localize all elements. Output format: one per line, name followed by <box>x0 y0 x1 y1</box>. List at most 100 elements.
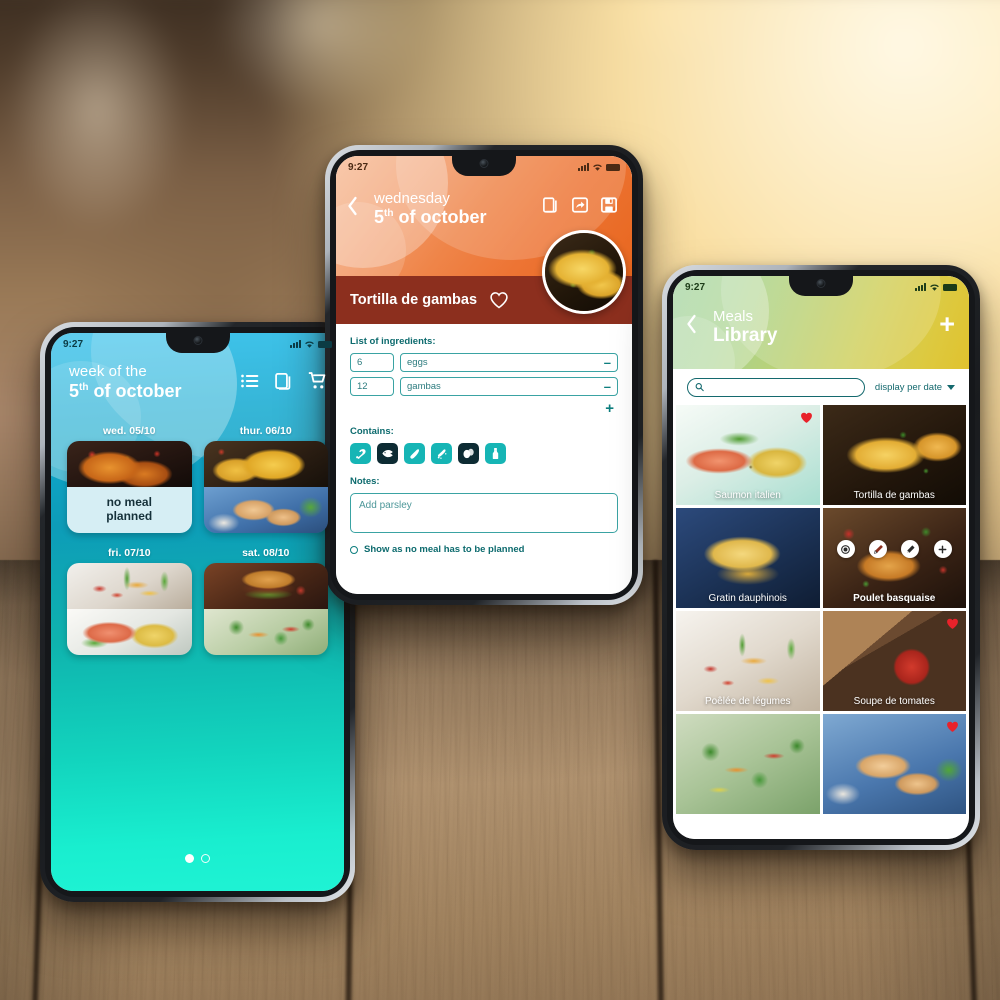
day-card[interactable] <box>203 562 328 655</box>
meal-thumbnail[interactable] <box>542 230 626 314</box>
add-button[interactable] <box>933 540 952 558</box>
page-dot-active[interactable] <box>185 854 194 863</box>
meal-tile-active[interactable]: Poulet basquaise <box>822 508 967 608</box>
meal-tile-actions <box>823 540 967 558</box>
day-label: wed. 05/10 <box>102 424 156 437</box>
ingredient-row: 6 eggs – <box>350 353 618 372</box>
meal-photo-burger[interactable] <box>203 562 328 609</box>
add-ingredient-button[interactable]: + <box>350 401 618 416</box>
allergen-list <box>350 443 618 464</box>
meal-photo-tortilla[interactable] <box>203 440 328 487</box>
day-label: fri. 07/10 <box>107 546 151 559</box>
meals-library-screen: 9:27 Meals Library + display per date Sa… <box>673 276 969 839</box>
allergen-peanut[interactable] <box>404 443 425 464</box>
search-field[interactable] <box>687 377 865 397</box>
favorite-badge[interactable] <box>946 617 959 630</box>
no-meal-placeholder[interactable]: no meal planned <box>67 486 192 533</box>
fish-icon <box>382 450 393 458</box>
library-header: 9:27 Meals Library + <box>673 276 969 369</box>
list-icon[interactable] <box>240 371 260 391</box>
front-camera <box>479 159 489 168</box>
meal-name: Gratin dauphinois <box>708 593 787 604</box>
heart-outline-icon <box>490 292 508 309</box>
meal-tile[interactable]: Soupe de tomates <box>822 611 966 711</box>
allergen-shrimp[interactable] <box>350 443 371 464</box>
view-button[interactable] <box>836 540 855 558</box>
search-input[interactable] <box>709 382 857 392</box>
week-meal-grid: wed. 05/10 no meal planned thur. 06/10 f… <box>51 425 344 655</box>
phone-notch <box>452 156 516 176</box>
shopping-cart-icon[interactable] <box>308 371 328 391</box>
meal-photo-salmon-rice[interactable] <box>67 608 192 655</box>
back-button[interactable] <box>685 308 705 334</box>
ingredient-name-field[interactable]: gambas – <box>400 377 618 396</box>
meal-tile[interactable] <box>822 714 966 814</box>
week-header-line1: week of the <box>69 363 147 380</box>
back-button[interactable] <box>346 190 366 216</box>
add-meal-button[interactable]: + <box>939 308 955 338</box>
ingredient-quantity-field[interactable]: 6 <box>350 353 394 372</box>
meal-photo-roasted-vegetables[interactable] <box>67 562 192 609</box>
library-title-line2: Library <box>713 325 778 347</box>
meal-tile[interactable]: Tortilla de gambas <box>822 405 966 505</box>
crustacean-icon <box>437 449 447 459</box>
day-card[interactable] <box>203 440 328 533</box>
phone-meals-library: 9:27 Meals Library + display per date Sa… <box>662 265 980 850</box>
no-meal-toggle-label: Show as no meal has to be planned <box>364 544 525 555</box>
day-column-sat: sat. 08/10 <box>203 547 328 655</box>
detail-body: List of ingredients: 6 eggs – 12 gambas … <box>336 324 632 555</box>
day-card[interactable]: no meal planned <box>67 440 192 533</box>
ingredient-name: gambas <box>407 381 441 392</box>
milk-bottle-icon <box>492 447 499 460</box>
day-card[interactable] <box>67 562 192 655</box>
remove-ingredient-icon[interactable]: – <box>604 380 611 393</box>
library-title-line1: Meals <box>713 308 754 325</box>
meal-tile[interactable]: Gratin dauphinois <box>676 508 820 608</box>
delete-button[interactable] <box>901 540 920 558</box>
page-dot[interactable] <box>201 854 210 863</box>
edit-button[interactable] <box>869 540 888 558</box>
status-time: 9:27 <box>685 281 706 293</box>
meal-title: Tortilla de gambas <box>350 292 478 308</box>
battery-icon <box>943 283 957 291</box>
phone-week-planner: 9:27 week of the 5th of october wed. 05/… <box>40 322 355 902</box>
meal-photo-spring-rolls[interactable] <box>203 486 328 533</box>
ingredient-quantity-field[interactable]: 12 <box>350 377 394 396</box>
allergen-milk[interactable] <box>485 443 506 464</box>
meal-name: Poulet basquaise <box>853 593 936 604</box>
back-chevron-icon <box>687 314 696 334</box>
favorite-button[interactable] <box>489 290 509 310</box>
ingredient-name: eggs <box>407 357 428 368</box>
meal-tile[interactable]: Saumon italien <box>676 405 820 505</box>
signal-icon <box>915 283 926 291</box>
front-camera <box>816 279 826 288</box>
radio-icon <box>350 545 358 554</box>
phone-notch <box>789 276 853 296</box>
meal-photo-broccoli-salad[interactable] <box>203 608 328 655</box>
book-icon[interactable] <box>542 196 560 214</box>
chevron-down-icon <box>947 384 955 390</box>
no-meal-toggle[interactable]: Show as no meal has to be planned <box>350 544 618 555</box>
notes-label: Notes: <box>350 476 380 487</box>
week-planner-screen: 9:27 week of the 5th of october wed. 05/… <box>51 333 344 891</box>
day-column-fri: fri. 07/10 <box>67 547 192 655</box>
meal-tile[interactable] <box>676 714 820 814</box>
heart-filled-icon <box>800 412 812 423</box>
ingredient-row: 12 gambas – <box>350 377 618 396</box>
save-icon[interactable] <box>600 196 618 214</box>
share-icon[interactable] <box>571 196 589 214</box>
sort-dropdown[interactable]: display per date <box>875 382 955 393</box>
meal-photo-chicken-tomato[interactable] <box>67 440 192 487</box>
remove-ingredient-icon[interactable]: – <box>604 356 611 369</box>
peanut-icon <box>410 449 419 459</box>
favorite-badge[interactable] <box>946 720 959 733</box>
favorite-badge[interactable] <box>800 411 813 424</box>
allergen-crustacean[interactable] <box>431 443 452 464</box>
book-icon[interactable] <box>274 371 294 391</box>
allergen-egg[interactable] <box>458 443 479 464</box>
ingredient-name-field[interactable]: eggs – <box>400 353 618 372</box>
meal-tile[interactable]: Poêlée de légumes <box>676 611 820 711</box>
notes-field[interactable]: Add parsley <box>350 493 618 533</box>
search-icon <box>695 383 704 392</box>
allergen-fish[interactable] <box>377 443 398 464</box>
